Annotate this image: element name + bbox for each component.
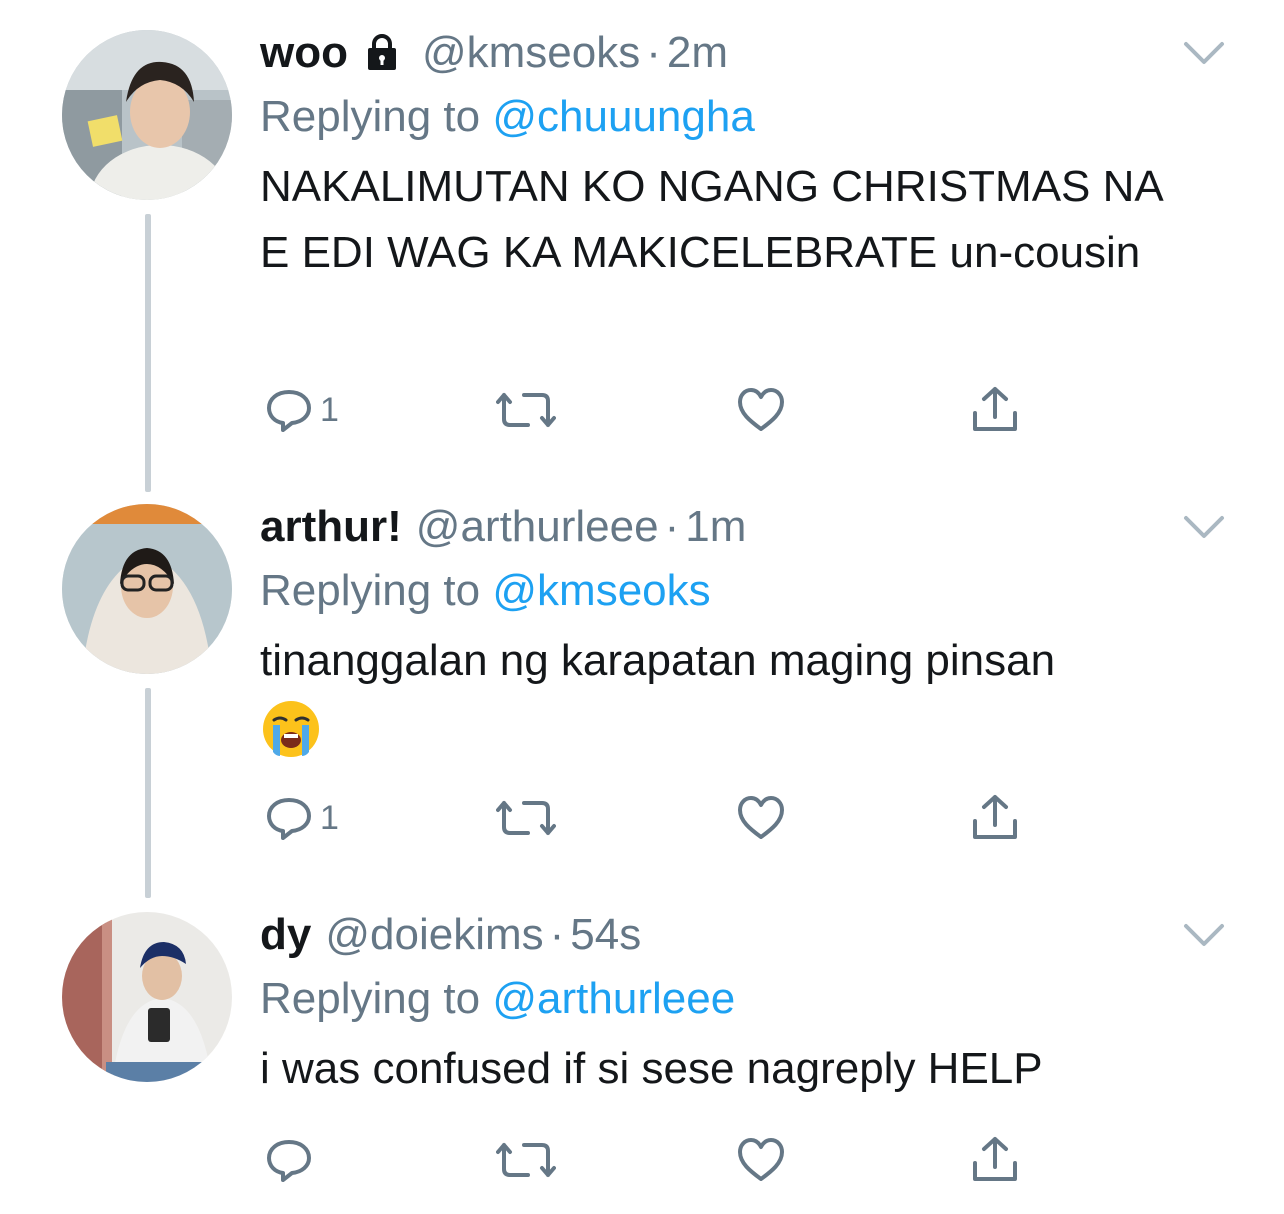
retweet-button[interactable] — [496, 788, 556, 848]
tweet-text-content: tinanggalan ng karapatan maging pinsan — [260, 636, 1056, 685]
reply-button[interactable]: 1 — [264, 788, 339, 848]
handle[interactable]: @arthurleee — [416, 502, 659, 552]
like-button[interactable] — [736, 788, 786, 848]
like-heart-icon — [738, 388, 784, 431]
like-button[interactable] — [736, 1130, 786, 1190]
timestamp[interactable]: 1m — [685, 502, 746, 552]
retweet-icon — [496, 393, 556, 427]
share-icon — [973, 795, 1017, 839]
display-name[interactable]: dy — [260, 910, 311, 960]
avatar-image — [62, 30, 232, 200]
like-heart-icon — [738, 1138, 784, 1181]
separator-dot: · — [664, 502, 680, 551]
share-button[interactable] — [970, 788, 1020, 848]
handle[interactable]: @doiekims — [325, 910, 543, 960]
tweet-text: NAKALIMUTAN KO NGANG CHRISTMAS NA E EDI … — [260, 162, 1162, 277]
reply-icon — [267, 798, 311, 840]
reply-count: 1 — [320, 798, 339, 837]
share-icon — [973, 387, 1017, 431]
reply-icon — [267, 390, 311, 432]
replying-prefix: Replying to — [260, 566, 481, 615]
avatar-image — [62, 912, 232, 1082]
lock-icon — [362, 33, 402, 73]
avatar-woo[interactable] — [62, 30, 232, 200]
mention-link[interactable]: @kmseoks — [492, 566, 710, 615]
timestamp[interactable]: 2m — [667, 28, 728, 78]
display-name[interactable]: woo — [260, 28, 348, 78]
mention-link[interactable]: @chuuungha — [492, 92, 754, 141]
thread-connector-1 — [145, 214, 151, 492]
chevron-down-icon[interactable] — [1182, 512, 1226, 542]
avatar-image — [62, 504, 232, 674]
reply-button[interactable] — [264, 1130, 320, 1190]
share-button[interactable] — [970, 380, 1020, 440]
action-bar: 1 — [260, 788, 1040, 848]
replying-to: Replying to @kmseoks — [260, 566, 1190, 616]
like-button[interactable] — [736, 380, 786, 440]
tweet-text: i was confused if si sese nagreply HELP — [260, 1044, 1043, 1093]
retweet-button[interactable] — [496, 1130, 556, 1190]
timestamp[interactable]: 54s — [570, 910, 641, 960]
avatar-dy[interactable] — [62, 912, 232, 1082]
thread-connector-2 — [145, 688, 151, 898]
reply-icon — [267, 1140, 311, 1182]
reply-button[interactable]: 1 — [264, 380, 339, 440]
share-icon — [973, 1137, 1017, 1181]
tweet-text: tinanggalan ng karapatan maging pinsan — [260, 628, 1190, 760]
mention-link[interactable]: @arthurleee — [492, 974, 735, 1023]
separator-dot: · — [646, 28, 661, 77]
retweet-icon — [496, 1143, 556, 1177]
chevron-down-icon[interactable] — [1182, 38, 1226, 68]
like-heart-icon — [738, 796, 784, 839]
avatar-arthur[interactable] — [62, 504, 232, 674]
replying-prefix: Replying to — [260, 974, 481, 1023]
display-name[interactable]: arthur! — [260, 502, 402, 552]
retweet-button[interactable] — [496, 380, 556, 440]
reply-count: 1 — [320, 390, 339, 429]
retweet-icon — [496, 801, 556, 835]
loudly-crying-face-emoji-icon — [260, 698, 322, 760]
replying-to: Replying to @arthurleee — [260, 974, 1190, 1024]
replying-to: Replying to @chuuungha — [260, 92, 1190, 142]
replying-prefix: Replying to — [260, 92, 481, 141]
share-button[interactable] — [970, 1130, 1020, 1190]
handle[interactable]: @kmseoks — [422, 28, 640, 78]
action-bar — [260, 1130, 1040, 1190]
separator-dot: · — [549, 910, 565, 959]
action-bar: 1 — [260, 380, 1040, 440]
chevron-down-icon[interactable] — [1182, 920, 1226, 950]
